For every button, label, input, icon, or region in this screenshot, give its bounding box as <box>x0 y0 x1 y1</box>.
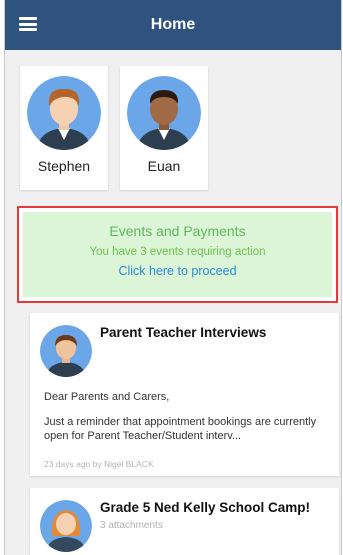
app-screen: Home Stephen Euan Parent Teacher Intervi… <box>4 0 342 555</box>
proceed-link[interactable]: Click here to proceed <box>23 264 332 278</box>
post-excerpt: Just a reminder that appointment booking… <box>44 416 317 442</box>
alert-content: Events and Payments You have 3 events re… <box>23 212 332 297</box>
hamburger-menu-icon[interactable] <box>19 17 37 31</box>
child-card-euan[interactable]: Euan <box>120 66 208 190</box>
boy-avatar-icon <box>27 76 101 150</box>
child-name: Stephen <box>37 158 91 174</box>
page-title: Home <box>150 16 196 33</box>
post-card-school-camp[interactable]: Grade 5 Ned Kelly School Camp! 3 attachm… <box>30 488 339 555</box>
child-card-stephen[interactable]: Stephen <box>20 66 108 190</box>
child-name: Euan <box>147 158 181 174</box>
post-footer: 23 days ago by Nigel BLACK <box>44 459 154 469</box>
events-payments-alert: Events and Payments You have 3 events re… <box>17 206 338 303</box>
children-list: Stephen Euan <box>5 50 341 190</box>
post-body: Dear Parents and Carers, Just a reminder… <box>44 390 334 454</box>
post-title: Parent Teacher Interviews <box>100 325 267 340</box>
woman-avatar-icon <box>40 500 92 552</box>
alert-title: Events and Payments <box>109 223 246 239</box>
post-attachments: 3 attachments <box>100 520 163 531</box>
man-avatar-icon <box>40 325 92 377</box>
post-title: Grade 5 Ned Kelly School Camp! <box>100 500 311 515</box>
post-card-parent-teacher[interactable]: Parent Teacher Interviews Dear Parents a… <box>30 313 339 476</box>
alert-subtitle: You have 3 events requiring action <box>89 246 266 258</box>
post-greeting: Dear Parents and Carers, <box>44 391 170 403</box>
top-bar: Home <box>5 0 341 50</box>
boy-avatar-dark-icon <box>127 76 201 150</box>
